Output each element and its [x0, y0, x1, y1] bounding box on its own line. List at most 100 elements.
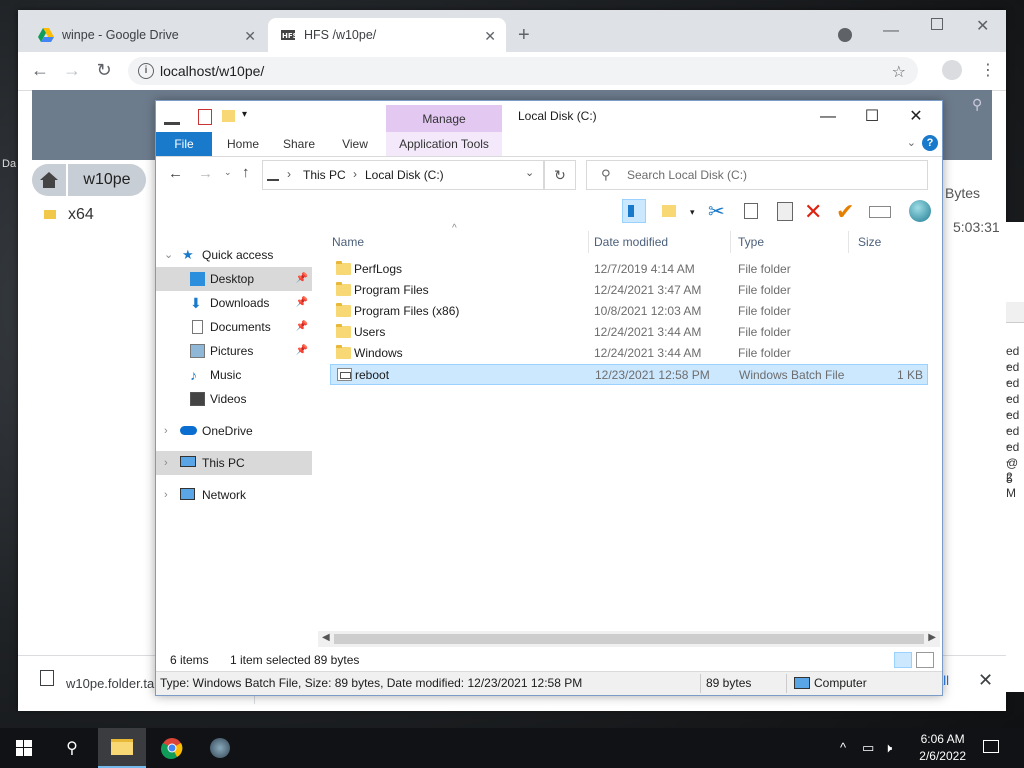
close-window-icon[interactable]: ✕	[976, 16, 989, 36]
file-row[interactable]: Windows 12/24/2021 3:44 AM File folder	[330, 343, 926, 363]
expand-chevron-icon[interactable]: ›	[164, 483, 168, 507]
show-hidden-icons[interactable]: ^	[840, 740, 846, 755]
home-button[interactable]	[32, 164, 66, 196]
nav-onedrive[interactable]: › OneDrive	[156, 419, 312, 443]
copy-icon[interactable]	[740, 199, 764, 223]
forward-icon[interactable]: →	[198, 165, 213, 182]
download-filename[interactable]: w10pe.folder.ta	[66, 676, 154, 691]
customize-qat-icon[interactable]: ▾	[242, 109, 247, 120]
taskbar-app[interactable]	[196, 728, 244, 768]
navigation-pane-icon[interactable]	[622, 199, 646, 223]
recent-locations-icon[interactable]: ⌄	[224, 167, 232, 178]
column-date-modified[interactable]: Date modified	[594, 231, 731, 253]
tab-share[interactable]: Share	[274, 132, 324, 156]
tab-application-tools[interactable]: Application Tools	[386, 132, 502, 156]
nav-item-desktop[interactable]: Desktop 📌	[156, 267, 312, 291]
close-tab-icon[interactable]: ✕	[484, 28, 496, 45]
nav-item-downloads[interactable]: ⬇ Downloads 📌	[156, 291, 312, 315]
search-input[interactable]: ⚲ Search Local Disk (C:)	[586, 160, 928, 190]
search-icon[interactable]: ⚲	[48, 728, 96, 768]
large-icons-view-icon[interactable]	[916, 652, 934, 668]
nav-item-videos[interactable]: Videos	[156, 387, 312, 411]
properties-icon[interactable]	[198, 109, 212, 125]
delete-icon[interactable]: ✕	[804, 199, 828, 224]
new-folder-dropdown-icon[interactable]	[660, 199, 684, 223]
bookmark-star-icon[interactable]: ☆	[892, 62, 906, 82]
folder-item-x64[interactable]: x64	[44, 206, 94, 224]
up-icon[interactable]: ↑	[242, 164, 250, 181]
nav-this-pc[interactable]: › This PC	[156, 451, 312, 475]
pin-icon[interactable]: 📌	[296, 291, 308, 315]
expand-ribbon-icon[interactable]: ⌄	[907, 136, 916, 149]
expand-chevron-icon[interactable]: ⌄	[164, 243, 173, 267]
pin-icon[interactable]: 📌	[296, 315, 308, 339]
close-download-bar-icon[interactable]: ✕	[978, 670, 993, 691]
volume-muted-icon[interactable]: 🕨	[884, 740, 892, 756]
minimize-icon[interactable]: —	[883, 22, 899, 40]
details-view-icon[interactable]	[894, 652, 912, 668]
info-icon[interactable]: i	[138, 63, 154, 79]
address-breadcrumb[interactable]: › This PC › Local Disk (C:) ⌄	[262, 160, 544, 190]
nav-network[interactable]: › Network	[156, 483, 312, 507]
file-row[interactable]: reboot 12/23/2021 12:58 PM Windows Batch F…	[330, 364, 928, 385]
profile-icon[interactable]	[942, 60, 962, 80]
nav-item-documents[interactable]: Documents 📌	[156, 315, 312, 339]
reload-icon[interactable]: ↻	[94, 60, 114, 80]
minimize-icon[interactable]: —	[806, 105, 850, 129]
breadcrumb-local-disk[interactable]: Local Disk (C:)	[365, 168, 444, 182]
network-tray-icon[interactable]: ▭	[862, 740, 874, 756]
back-icon[interactable]: ←	[30, 60, 50, 80]
column-type[interactable]: Type	[738, 231, 849, 253]
menu-icon[interactable]: ⋮	[980, 60, 996, 80]
forward-icon[interactable]: →	[62, 60, 82, 80]
rename-check-icon[interactable]: ✔	[836, 199, 860, 224]
close-icon[interactable]: ✕	[894, 105, 938, 129]
tab-file[interactable]: File	[156, 132, 212, 156]
tab-home[interactable]: Home	[216, 132, 270, 156]
new-tab-icon[interactable]: +	[518, 24, 530, 47]
nav-quick-access[interactable]: ⌄ ★ Quick access	[156, 243, 312, 267]
lightbulb-icon[interactable]: ⚲	[972, 96, 982, 113]
maximize-icon[interactable]	[931, 18, 943, 30]
column-name[interactable]: Name	[332, 231, 589, 253]
close-tab-icon[interactable]: ✕	[244, 28, 256, 45]
taskbar-chrome[interactable]	[148, 728, 196, 768]
maximize-icon[interactable]: ☐	[850, 105, 894, 129]
file-row[interactable]: Program Files (x86) 10/8/2021 12:03 AM Fil…	[330, 301, 926, 321]
back-icon[interactable]: ←	[168, 165, 183, 182]
tab-google-drive[interactable]: winpe - Google Drive ✕	[26, 18, 266, 52]
paste-icon[interactable]	[772, 199, 796, 223]
start-button[interactable]	[0, 728, 48, 768]
clock[interactable]: 6:06 AM 2/6/2022	[919, 731, 966, 765]
address-bar[interactable]: i localhost/w10pe/ ☆	[128, 57, 918, 85]
cut-icon[interactable]: ✂	[708, 199, 732, 223]
breadcrumb-w10pe[interactable]: w10pe	[68, 164, 146, 196]
expand-chevron-icon[interactable]: ›	[164, 419, 168, 443]
breadcrumb-this-pc[interactable]: This PC	[303, 168, 346, 182]
nav-item-pictures[interactable]: Pictures 📌	[156, 339, 312, 363]
scroll-right-icon[interactable]: ▶	[928, 632, 936, 643]
column-size[interactable]: Size	[858, 231, 918, 253]
address-dropdown-icon[interactable]: ⌄	[525, 166, 534, 179]
properties-icon[interactable]	[868, 199, 892, 223]
expand-chevron-icon[interactable]: ›	[164, 451, 168, 475]
help-icon[interactable]: ?	[922, 135, 938, 151]
shell-icon[interactable]	[908, 199, 932, 223]
file-row[interactable]: Program Files 12/24/2021 3:47 AM File fold…	[330, 280, 926, 300]
file-row[interactable]: PerfLogs 12/7/2019 4:14 AM File folder	[330, 259, 926, 279]
tab-search-icon[interactable]	[838, 28, 852, 42]
manage-context-tab[interactable]: Manage	[386, 105, 502, 132]
taskbar-file-explorer[interactable]	[98, 728, 146, 768]
pin-icon[interactable]: 📌	[296, 267, 308, 291]
notifications-icon[interactable]	[983, 740, 999, 753]
pin-icon[interactable]: 📌	[296, 339, 308, 363]
refresh-icon[interactable]: ↻	[544, 160, 576, 190]
url-text[interactable]: localhost/w10pe/	[160, 63, 264, 79]
scrollbar-thumb[interactable]	[334, 634, 924, 644]
scroll-left-icon[interactable]: ◀	[322, 632, 330, 643]
dropdown-arrow-icon[interactable]: ▾	[690, 207, 695, 218]
new-folder-icon[interactable]	[222, 110, 235, 122]
nav-item-music[interactable]: ♪ Music	[156, 363, 312, 387]
tab-hfs[interactable]: HFS HFS /w10pe/ ✕	[268, 18, 506, 52]
file-row[interactable]: Users 12/24/2021 3:44 AM File folder	[330, 322, 926, 342]
